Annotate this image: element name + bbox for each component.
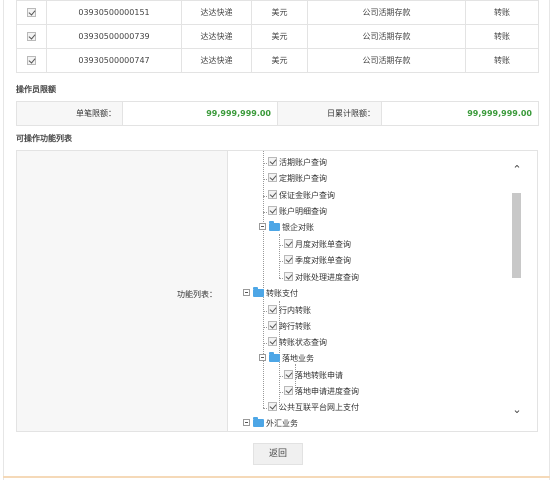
table-row[interactable]: 03930500000151 达达快递 美元 公司活期存款 转账 — [16, 0, 539, 25]
tree-folder-label: 落地业务 — [282, 354, 314, 363]
tree-item[interactable]: 行内转账 — [268, 304, 311, 318]
tree-item-label: 月度对账单查询 — [295, 240, 351, 249]
collapse-icon[interactable] — [243, 289, 250, 296]
collapse-icon[interactable] — [259, 354, 266, 361]
tree-item[interactable]: 落地转账申请 — [284, 369, 343, 383]
tree-item-label: 落地申请进度查询 — [295, 387, 359, 396]
back-button[interactable]: 返回 — [253, 443, 303, 465]
checkbox-icon[interactable] — [268, 305, 277, 314]
tree-item-label: 定期账户查询 — [279, 174, 327, 183]
account-type: 公司活期存款 — [307, 48, 466, 73]
folder-icon — [253, 287, 264, 297]
account-currency: 美元 — [251, 48, 308, 73]
account-operation: 转账 — [465, 24, 539, 49]
folder-icon — [269, 221, 280, 231]
bottom-divider — [3, 476, 550, 478]
tree-item[interactable]: 月度对账单查询 — [284, 238, 351, 252]
single-limit-value: 99,999,999.00 — [122, 101, 278, 126]
account-table: 03930500000151 达达快递 美元 公司活期存款 转账 0393050… — [16, 0, 539, 73]
tree-item-label: 活期账户查询 — [279, 158, 327, 167]
tree-item-label: 保证金账户查询 — [279, 191, 335, 200]
checkbox-icon[interactable] — [284, 386, 293, 395]
daily-limit-label: 日累计限额： — [277, 101, 382, 126]
collapse-icon[interactable] — [243, 419, 250, 426]
row-checkbox[interactable] — [27, 56, 36, 65]
function-list-label: 功能列表： — [177, 290, 217, 299]
tree-item-label: 行内转账 — [279, 306, 311, 315]
tree-folder-label: 转账支付 — [266, 289, 298, 298]
limits-section-title: 操作员限额 — [16, 85, 56, 94]
folder-icon — [269, 352, 280, 362]
account-number: 03930500000151 — [46, 0, 182, 25]
tree-item[interactable]: 公共互联平台网上支付 — [268, 401, 359, 415]
checkbox-icon[interactable] — [268, 157, 277, 166]
table-row[interactable]: 03930500000739 达达快递 美元 公司活期存款 转账 — [16, 24, 539, 49]
tree-item-label: 转账状态查询 — [279, 338, 327, 347]
tree-folder[interactable]: 转账支付 — [243, 287, 298, 301]
chevron-up-icon[interactable]: ⌃ — [511, 163, 523, 177]
account-bank: 达达快递 — [181, 48, 252, 73]
checkbox-icon[interactable] — [268, 402, 277, 411]
tree-item-label: 季度对账单查询 — [295, 256, 351, 265]
tree-item[interactable]: 账户明细查询 — [268, 205, 327, 219]
tree-folder[interactable]: 外汇业务 — [243, 417, 298, 431]
checkbox-icon[interactable] — [284, 239, 293, 248]
row-checkbox-cell[interactable] — [16, 24, 47, 49]
tree-item-label: 公共互联平台网上支付 — [279, 403, 359, 412]
checkbox-icon[interactable] — [268, 206, 277, 215]
checkbox-icon[interactable] — [284, 255, 293, 264]
function-list-panel: 功能列表： 活期账户查询 定期账户查询 保证金账户查询 账户明细查询 银企对账 … — [16, 150, 538, 432]
folder-icon — [253, 417, 264, 427]
table-row[interactable]: 03930500000747 达达快递 美元 公司活期存款 转账 — [16, 48, 539, 73]
tree-item[interactable]: 落地申请进度查询 — [284, 385, 359, 399]
checkbox-icon[interactable] — [268, 173, 277, 182]
tree-item-label: 对账处理进度查询 — [295, 273, 359, 282]
functions-section-title: 可操作功能列表 — [16, 134, 72, 143]
tree-item[interactable]: 定期账户查询 — [268, 172, 327, 186]
checkbox-icon[interactable] — [268, 190, 277, 199]
checkbox-icon[interactable] — [268, 321, 277, 330]
tree-item-label: 账户明细查询 — [279, 207, 327, 216]
tree-connector — [279, 234, 280, 278]
tree-connector — [263, 151, 264, 408]
account-type: 公司活期存款 — [307, 0, 466, 25]
account-number: 03930500000739 — [46, 24, 182, 49]
tree-folder[interactable]: 银企对账 — [259, 221, 314, 235]
account-currency: 美元 — [251, 24, 308, 49]
account-operation: 转账 — [465, 48, 539, 73]
account-type: 公司活期存款 — [307, 24, 466, 49]
row-checkbox[interactable] — [27, 8, 36, 17]
tree-folder-label: 银企对账 — [282, 223, 314, 232]
account-bank: 达达快递 — [181, 0, 252, 25]
function-label-cell: 功能列表： — [17, 151, 228, 431]
tree-item[interactable]: 跨行转账 — [268, 320, 311, 334]
function-tree[interactable]: 活期账户查询 定期账户查询 保证金账户查询 账户明细查询 银企对账 月度对账单查… — [228, 151, 537, 431]
tree-item[interactable]: 保证金账户查询 — [268, 189, 335, 203]
row-checkbox-cell[interactable] — [16, 0, 47, 25]
limits-table: 单笔限额： 99,999,999.00 日累计限额： 99,999,999.00 — [16, 101, 539, 126]
tree-item[interactable]: 转账状态查询 — [268, 336, 327, 350]
tree-folder-label: 外汇业务 — [266, 419, 298, 428]
tree-folder[interactable]: 落地业务 — [259, 352, 314, 366]
account-bank: 达达快递 — [181, 24, 252, 49]
checkbox-icon[interactable] — [284, 370, 293, 379]
single-limit-label: 单笔限额： — [16, 101, 123, 126]
account-operation: 转账 — [465, 0, 539, 25]
tree-item-label: 落地转账申请 — [295, 371, 343, 380]
daily-limit-value: 99,999,999.00 — [381, 101, 539, 126]
tree-scrollbar[interactable]: ⌃ ⌄ — [511, 153, 523, 425]
tree-item[interactable]: 对账处理进度查询 — [284, 271, 359, 285]
collapse-icon[interactable] — [259, 223, 266, 230]
scroll-thumb[interactable] — [512, 193, 521, 278]
row-checkbox[interactable] — [27, 32, 36, 41]
tree-item[interactable]: 季度对账单查询 — [284, 254, 351, 268]
tree-item-label: 跨行转账 — [279, 322, 311, 331]
tree-item[interactable]: 活期账户查询 — [268, 156, 327, 170]
checkbox-icon[interactable] — [268, 337, 277, 346]
account-number: 03930500000747 — [46, 48, 182, 73]
row-checkbox-cell[interactable] — [16, 48, 47, 73]
checkbox-icon[interactable] — [284, 272, 293, 281]
account-currency: 美元 — [251, 0, 308, 25]
chevron-down-icon[interactable]: ⌄ — [511, 403, 523, 417]
